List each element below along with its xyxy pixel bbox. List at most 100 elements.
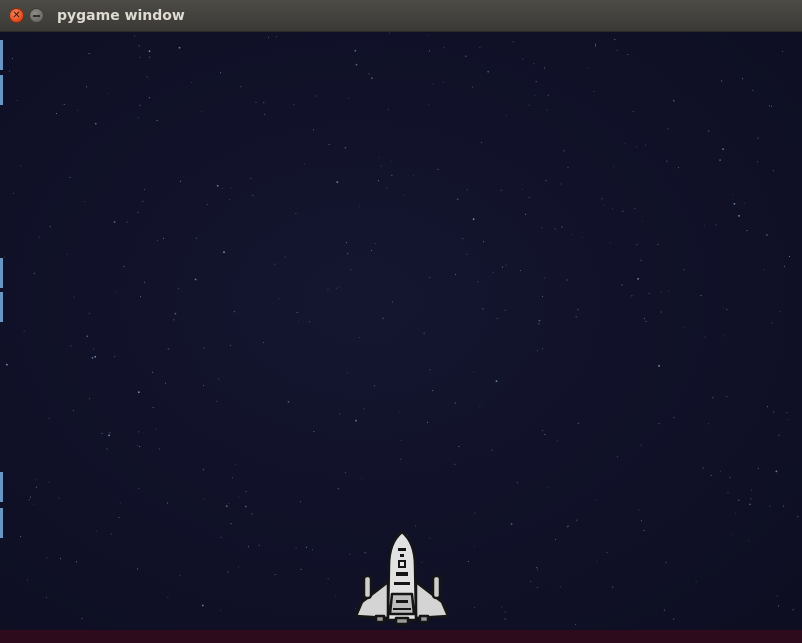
star xyxy=(108,92,110,94)
star xyxy=(230,523,232,525)
star xyxy=(400,458,402,460)
star xyxy=(519,270,521,272)
star xyxy=(167,596,169,598)
star xyxy=(250,178,252,179)
star xyxy=(429,369,431,371)
star xyxy=(731,533,733,535)
star xyxy=(278,298,280,300)
star xyxy=(474,512,476,514)
star xyxy=(735,512,737,514)
window-bottom-border xyxy=(0,630,802,643)
star xyxy=(614,39,616,41)
star xyxy=(640,520,642,522)
star xyxy=(609,242,611,244)
star xyxy=(510,523,513,525)
star xyxy=(522,58,524,60)
star xyxy=(355,63,358,66)
star xyxy=(327,288,329,290)
star xyxy=(667,128,669,130)
star xyxy=(28,499,30,501)
star xyxy=(504,618,506,620)
star xyxy=(139,104,141,106)
star xyxy=(757,137,759,139)
star xyxy=(94,122,97,125)
star xyxy=(575,316,577,318)
window-titlebar[interactable]: ✕ pygame window xyxy=(0,0,802,32)
star xyxy=(613,166,615,168)
left-edge-marker xyxy=(0,40,3,70)
star xyxy=(252,194,254,196)
star xyxy=(20,165,22,167)
star xyxy=(643,318,645,320)
star xyxy=(228,503,230,504)
star xyxy=(544,277,546,279)
star xyxy=(658,423,660,425)
star xyxy=(221,187,223,189)
close-button[interactable]: ✕ xyxy=(9,8,24,23)
star xyxy=(512,41,514,43)
star xyxy=(72,410,74,411)
star xyxy=(137,117,139,119)
star xyxy=(708,130,710,132)
star xyxy=(533,63,535,65)
star xyxy=(769,105,770,107)
star xyxy=(456,198,459,201)
star xyxy=(230,187,231,189)
star xyxy=(750,498,752,500)
star xyxy=(334,596,336,598)
star xyxy=(472,86,474,88)
left-edge-marker xyxy=(0,75,3,105)
star xyxy=(738,499,740,501)
star xyxy=(93,348,94,350)
star xyxy=(563,150,565,152)
star xyxy=(233,311,235,313)
star xyxy=(454,402,456,404)
star xyxy=(779,311,781,313)
star xyxy=(746,230,748,232)
star xyxy=(536,566,538,568)
star xyxy=(536,568,538,570)
star xyxy=(464,55,467,58)
star xyxy=(479,405,481,407)
star xyxy=(382,317,384,319)
minimize-button[interactable] xyxy=(29,8,44,23)
star xyxy=(528,197,530,199)
star xyxy=(479,46,481,48)
star xyxy=(33,503,35,505)
star xyxy=(55,113,57,114)
star xyxy=(427,421,429,423)
star xyxy=(245,491,247,492)
star xyxy=(668,290,670,292)
star xyxy=(428,50,430,52)
star xyxy=(637,278,639,280)
star xyxy=(462,238,464,240)
star xyxy=(415,525,416,527)
star xyxy=(139,57,141,59)
star xyxy=(641,220,643,222)
star xyxy=(149,56,151,58)
star xyxy=(715,224,717,226)
star xyxy=(46,557,48,559)
star xyxy=(575,624,577,626)
star xyxy=(555,538,557,540)
star xyxy=(683,269,685,271)
star xyxy=(140,296,142,298)
star xyxy=(165,382,166,384)
star xyxy=(16,99,18,101)
star xyxy=(300,568,302,570)
star xyxy=(566,279,568,281)
star xyxy=(570,234,572,236)
star xyxy=(683,327,685,329)
star xyxy=(368,73,370,75)
star xyxy=(308,321,310,323)
star xyxy=(561,226,563,228)
star xyxy=(45,596,47,598)
star xyxy=(782,50,783,52)
star xyxy=(658,365,660,367)
star xyxy=(48,481,50,483)
star xyxy=(345,242,347,244)
star xyxy=(178,46,181,49)
star xyxy=(606,551,608,553)
star xyxy=(538,323,540,325)
star xyxy=(220,72,222,74)
